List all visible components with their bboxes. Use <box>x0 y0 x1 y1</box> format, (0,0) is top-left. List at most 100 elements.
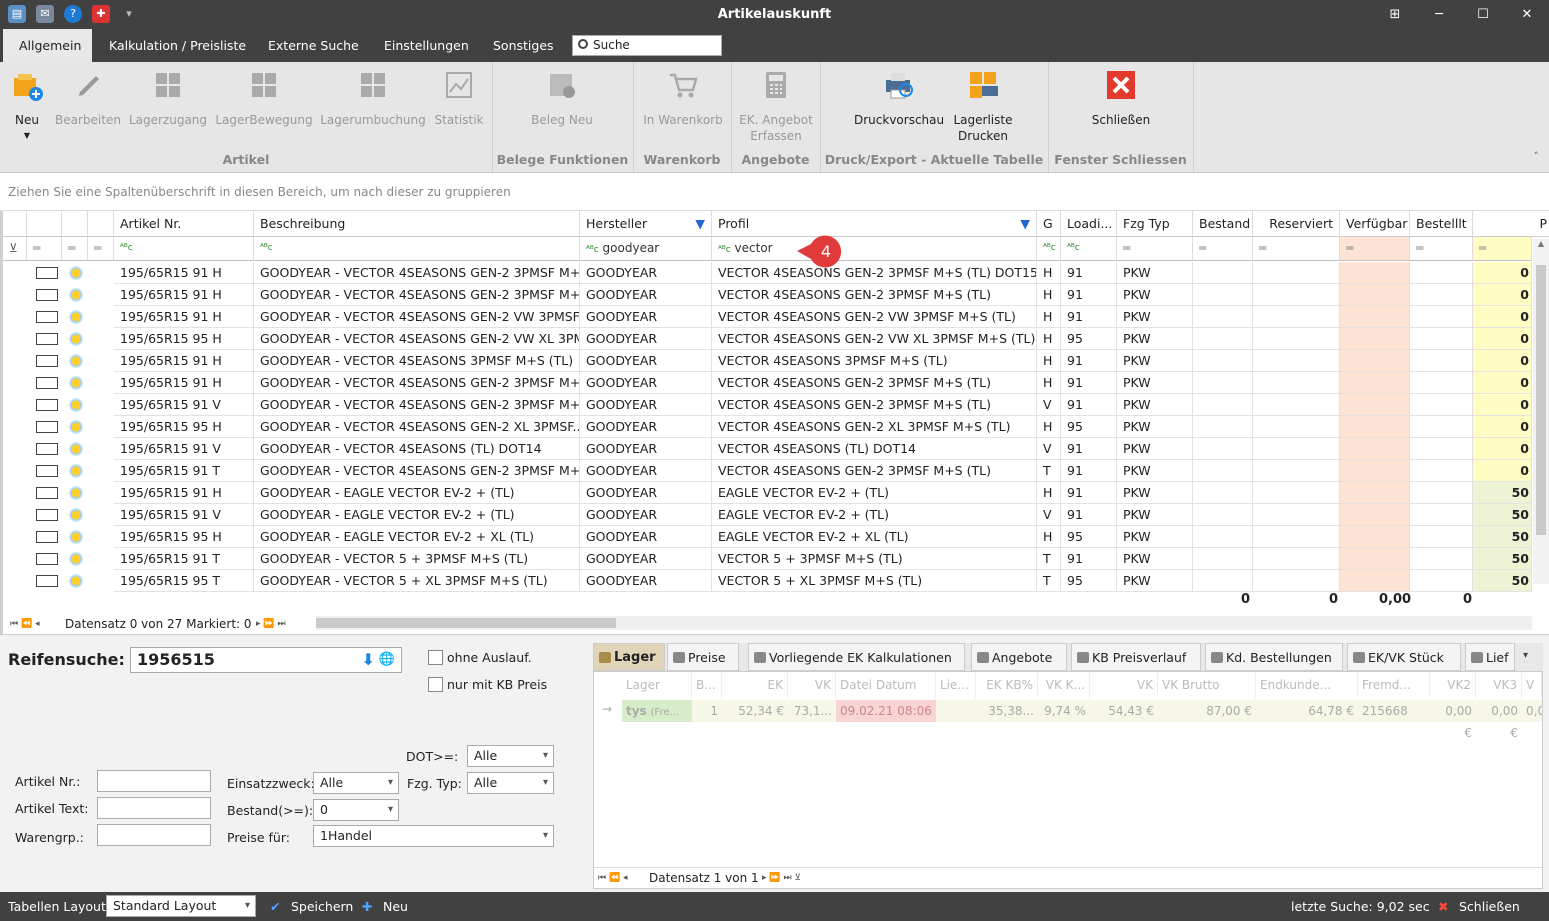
artikel-text-input[interactable] <box>97 797 211 819</box>
row-select-checkbox[interactable] <box>36 575 58 587</box>
header-profil[interactable]: Profil ▼ <box>712 211 1037 237</box>
row-select-checkbox[interactable] <box>36 289 58 301</box>
filter-verfuegbar[interactable]: ═ <box>1340 237 1410 261</box>
horizontal-scrollbar[interactable] <box>316 616 1532 630</box>
inner-header[interactable]: VK Endk... <box>1090 672 1158 718</box>
new-button[interactable]: Neu ▼ <box>6 68 48 144</box>
header-hersteller[interactable]: Hersteller ▼ <box>580 211 712 237</box>
tab-kb-preisverlauf[interactable]: KB Preisverlauf <box>1071 643 1201 671</box>
header-g[interactable]: G <box>1037 211 1061 237</box>
search-down-icon[interactable]: ⬇ <box>362 648 375 672</box>
table-row[interactable]: 195/65R15 91 H GOODYEAR - EAGLE VECTOR EV… <box>3 482 1533 504</box>
inner-header[interactable]: VK3 <box>1476 672 1522 698</box>
row-select-checkbox[interactable] <box>36 267 58 279</box>
header-season[interactable] <box>62 211 88 237</box>
row-select-checkbox[interactable] <box>36 443 58 455</box>
einsatzzweck-select[interactable]: Alle <box>313 772 399 794</box>
inner-header[interactable]: Datei Datum <box>836 672 936 698</box>
tab-externe-suche[interactable]: Externe Suche <box>252 29 375 62</box>
filter-bestellt[interactable]: ═ <box>1410 237 1473 261</box>
row-select-checkbox[interactable] <box>36 487 58 499</box>
vertical-scrollbar[interactable]: ▲ <box>1533 239 1549 584</box>
table-row[interactable]: 195/65R15 91 H GOODYEAR - VECTOR 4SEASONS… <box>3 306 1533 328</box>
inner-header[interactable]: VK <box>788 672 836 698</box>
lagerbewegung-button[interactable]: LagerBewegung <box>214 68 314 128</box>
header-select[interactable] <box>27 211 62 237</box>
filter-bestand[interactable]: ═ <box>1193 237 1253 261</box>
scroll-up-icon[interactable]: ▲ <box>1533 239 1549 248</box>
horizontal-scroll-thumb[interactable] <box>316 618 616 628</box>
row-select-checkbox[interactable] <box>36 553 58 565</box>
bestand-select[interactable]: 0 <box>313 799 399 821</box>
lagerliste-drucken-button[interactable]: Lagerliste Drucken <box>950 68 1016 144</box>
inner-header[interactable]: VK Brutto <box>1158 672 1256 698</box>
tabs-overflow-icon[interactable]: ▾ <box>1523 650 1528 661</box>
inner-header[interactable]: Endkunde... <box>1256 672 1358 698</box>
header-extra[interactable] <box>88 211 114 237</box>
filter-reserviert[interactable]: ═ <box>1253 237 1340 261</box>
header-bestand[interactable]: Bestand <box>1193 211 1253 237</box>
collapse-ribbon-icon[interactable]: ˄ <box>1534 150 1540 163</box>
table-row[interactable]: 195/65R15 95 H GOODYEAR - VECTOR 4SEASONS… <box>3 416 1533 438</box>
globe-icon[interactable]: 🌐 <box>379 648 395 672</box>
table-row[interactable]: 195/65R15 95 H GOODYEAR - VECTOR 4SEASONS… <box>3 328 1533 350</box>
inner-header[interactable]: Lie... <box>936 672 976 698</box>
beleg-neu-button[interactable]: Beleg Neu <box>526 68 598 128</box>
inner-header[interactable]: VK2 <box>1430 672 1476 698</box>
druckvorschau-button[interactable]: Druckvorschau <box>854 68 944 128</box>
inner-header[interactable]: VK K... <box>1038 672 1090 698</box>
search-input[interactable]: Suche <box>572 35 722 56</box>
table-row[interactable]: 195/65R15 91 T GOODYEAR - VECTOR 5 + 3PMS… <box>3 548 1533 570</box>
layout-select[interactable]: Standard Layout <box>106 895 256 917</box>
tab-kd-bestellungen[interactable]: Kd. Bestellungen <box>1205 643 1343 671</box>
inner-header[interactable]: EK <box>722 672 788 698</box>
nav-last-icon[interactable]: ▸ ⏩ ⏭ <box>256 614 286 634</box>
table-row[interactable]: 195/65R15 91 T GOODYEAR - VECTOR 4SEASONS… <box>3 460 1533 482</box>
header-reserviert[interactable]: Reserviert <box>1253 211 1340 237</box>
tab-kalkulation[interactable]: Kalkulation / Preisliste <box>93 29 262 62</box>
save-layout-button[interactable]: Speichern <box>291 899 353 914</box>
artikel-nr-input[interactable] <box>97 770 211 792</box>
tab-ek-kalkulationen[interactable]: Vorliegende EK Kalkulationen <box>748 643 965 671</box>
header-verfuegbar[interactable]: Verfügbar <box>1340 211 1410 237</box>
table-row[interactable]: 195/65R15 95 T GOODYEAR - VECTOR 5 + XL 3… <box>3 570 1533 592</box>
ek-angebot-button[interactable]: EK. Angebot Erfassen <box>736 68 816 144</box>
row-select-checkbox[interactable] <box>36 465 58 477</box>
table-row[interactable]: 195/65R15 91 V GOODYEAR - VECTOR 4SEASONS… <box>3 438 1533 460</box>
schliessen-button[interactable]: Schließen <box>1084 68 1158 128</box>
table-row[interactable]: 195/65R15 91 V GOODYEAR - EAGLE VECTOR EV… <box>3 504 1533 526</box>
header-artikel-nr[interactable]: Artikel Nr. <box>114 211 254 237</box>
header-p[interactable]: P <box>1473 211 1549 237</box>
edit-button[interactable]: Bearbeiten <box>54 68 122 128</box>
row-select-checkbox[interactable] <box>36 311 58 323</box>
filter-hersteller[interactable]: ᴬᴮc goodyear <box>580 237 712 261</box>
filter-funnel-icon[interactable]: ▼ <box>1020 211 1030 237</box>
filter-funnel-icon[interactable]: ▼ <box>695 211 705 237</box>
tab-allgemein[interactable]: Allgemein <box>3 29 92 62</box>
header-fzg-typ[interactable]: Fzg Typ <box>1117 211 1193 237</box>
tab-lieferanten[interactable]: Lief <box>1465 643 1515 671</box>
statistik-button[interactable]: Statistik <box>432 68 486 128</box>
filter-loadindex[interactable]: ᴬᴮc <box>1061 237 1117 261</box>
reifensuche-input[interactable]: 1956515 ⬇ 🌐 <box>130 647 402 673</box>
lagerumbuchung-button[interactable]: Lagerumbuchung <box>320 68 426 128</box>
table-row[interactable]: 195/65R15 91 H GOODYEAR - VECTOR 4SEASONS… <box>3 284 1533 306</box>
inner-header[interactable]: EK KB% <box>976 672 1038 698</box>
inner-header[interactable]: B... <box>692 672 722 698</box>
nur-kb-checkbox[interactable] <box>428 677 443 692</box>
fzg-typ-select[interactable]: Alle <box>467 772 554 794</box>
nav-first-icon[interactable]: ⏮ ⏪ ◂ <box>10 614 40 634</box>
inner-nav-first-icon[interactable]: ⏮ ⏪ ◂ <box>598 868 628 888</box>
inner-header[interactable]: Lager <box>622 672 692 698</box>
filter-select[interactable]: ═ <box>27 237 62 261</box>
tab-angebote[interactable]: Angebote <box>971 643 1067 671</box>
minimize-icon[interactable]: ─ <box>1417 0 1461 29</box>
group-panel[interactable]: Ziehen Sie eine Spaltenüberschrift in di… <box>0 173 1549 211</box>
filter-profil[interactable]: ᴬᴮc vector <box>712 237 1037 261</box>
header-bestellt[interactable]: Bestelllt <box>1410 211 1473 237</box>
filter-season[interactable]: ═ <box>62 237 88 261</box>
table-row[interactable]: 195/65R15 95 H GOODYEAR - EAGLE VECTOR EV… <box>3 526 1533 548</box>
tab-einstellungen[interactable]: Einstellungen <box>368 29 485 62</box>
table-row[interactable]: 195/65R15 91 H GOODYEAR - VECTOR 4SEASONS… <box>3 372 1533 394</box>
row-select-checkbox[interactable] <box>36 355 58 367</box>
